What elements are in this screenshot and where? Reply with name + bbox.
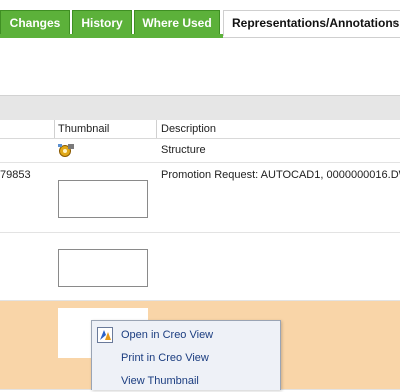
structure-icon bbox=[58, 144, 74, 157]
table-toolbar bbox=[0, 95, 400, 121]
tab-label: Where Used bbox=[142, 16, 212, 30]
menu-item-label: View Thumbnail bbox=[121, 375, 199, 387]
tab-representations-annotations[interactable]: Representations/Annotations bbox=[223, 10, 400, 36]
thumbnail-image[interactable] bbox=[58, 180, 148, 218]
tab-label: History bbox=[81, 16, 123, 30]
column-header-thumbnail[interactable]: Thumbnail bbox=[58, 123, 109, 135]
tab-divider bbox=[223, 37, 400, 38]
menu-item-print-in-creo-view[interactable]: Print in Creo View bbox=[92, 347, 280, 369]
tab-underline bbox=[0, 34, 223, 38]
menu-item-view-thumbnail[interactable]: View Thumbnail bbox=[92, 370, 280, 392]
menu-item-label: Open in Creo View bbox=[121, 329, 214, 341]
tab-where-used[interactable]: Where Used bbox=[134, 10, 220, 34]
thumbnail-image[interactable] bbox=[58, 249, 148, 287]
tab-history[interactable]: History bbox=[72, 10, 132, 34]
menu-item-label: Print in Creo View bbox=[121, 352, 209, 364]
tab-label: Representations/Annotations bbox=[232, 16, 400, 30]
column-header-description[interactable]: Description bbox=[161, 123, 216, 135]
creo-view-icon bbox=[97, 327, 113, 343]
menu-item-open-in-creo-view[interactable]: Open in Creo View bbox=[92, 324, 280, 346]
column-divider[interactable] bbox=[156, 120, 157, 138]
tab-label: Changes bbox=[9, 16, 61, 30]
row-description: Promotion Request: AUTOCAD1, 0000000016.… bbox=[161, 169, 400, 181]
tab-bar: Changes History Where Used Representatio… bbox=[0, 0, 400, 38]
tab-changes[interactable]: Changes bbox=[0, 10, 70, 34]
context-menu: Open in Creo View Print in Creo View Vie… bbox=[91, 320, 281, 390]
row-description: Structure bbox=[161, 144, 206, 156]
row-number: 79853 bbox=[0, 169, 31, 181]
column-divider[interactable] bbox=[54, 120, 55, 138]
close-icon[interactable]: × bbox=[392, 18, 397, 28]
